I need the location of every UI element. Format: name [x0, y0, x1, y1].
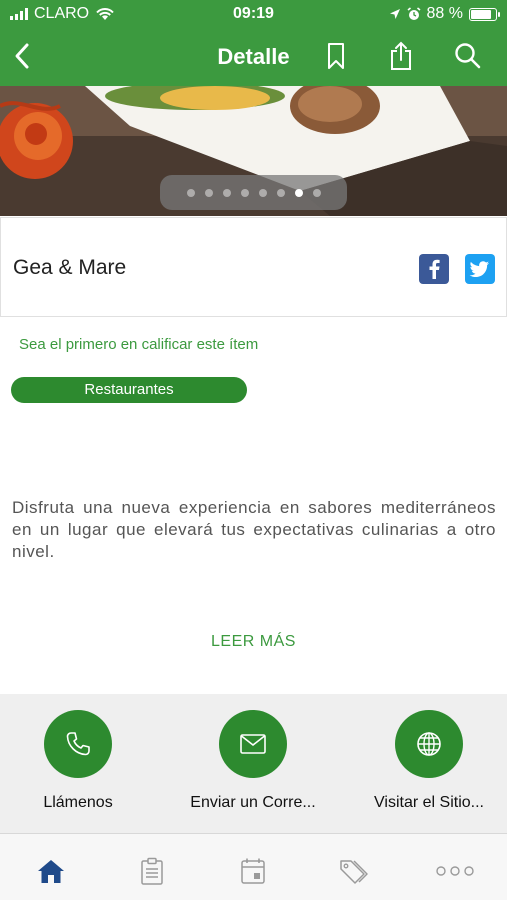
header: CLARO 09:19 88 % Detalle: [0, 0, 507, 86]
search-button[interactable]: [450, 38, 486, 74]
status-right: 88 %: [389, 5, 500, 23]
facebook-icon: [419, 254, 449, 284]
twitter-share-button[interactable]: [465, 254, 495, 284]
pager-dot[interactable]: [204, 188, 213, 197]
pager-dot[interactable]: [312, 188, 321, 197]
phone-icon: [66, 732, 90, 756]
globe-icon: [417, 732, 441, 756]
read-more-link[interactable]: LEER MÁS: [0, 633, 507, 651]
detail-screen: CLARO 09:19 88 % Detalle Gea & Mare Sea …: [0, 0, 507, 900]
website-label: Visitar el Sitio...: [374, 794, 484, 811]
pager-dot[interactable]: [294, 188, 303, 197]
tab-tags[interactable]: [334, 856, 374, 886]
status-bar: CLARO 09:19 88 %: [0, 0, 507, 28]
clipboard-icon: [141, 857, 163, 885]
alarm-icon: [407, 7, 421, 20]
share-icon: [391, 41, 411, 70]
bookmark-button[interactable]: [318, 38, 354, 74]
contact-actions: Llámenos Enviar un Corre... Visitar el S…: [0, 694, 507, 833]
tags-icon: [340, 860, 368, 884]
battery-percent: 88 %: [426, 5, 463, 22]
website-action[interactable]: Visitar el Sitio...: [349, 710, 507, 812]
email-button[interactable]: [219, 710, 287, 778]
rate-item-link[interactable]: Sea el primero en calificar este ítem: [19, 336, 258, 353]
tab-more[interactable]: [435, 856, 475, 886]
share-button[interactable]: [383, 38, 419, 74]
tab-home[interactable]: [31, 856, 71, 886]
place-name: Gea & Mare: [13, 256, 127, 279]
home-icon: [38, 860, 64, 883]
pager-dot[interactable]: [222, 188, 231, 197]
search-icon: [455, 43, 481, 69]
email-label: Enviar un Corre...: [190, 794, 316, 811]
tab-clipboard[interactable]: [132, 856, 172, 886]
tab-bar: [0, 833, 507, 900]
place-header-card: Gea & Mare: [0, 217, 507, 317]
tab-calendar[interactable]: [233, 856, 273, 886]
website-button[interactable]: [395, 710, 463, 778]
page-title: Detalle: [217, 44, 290, 69]
mail-icon: [240, 734, 266, 754]
call-action[interactable]: Llámenos: [0, 710, 158, 812]
bookmark-icon: [328, 43, 344, 69]
pager-dot[interactable]: [186, 188, 195, 197]
call-button[interactable]: [44, 710, 112, 778]
gallery-pager[interactable]: [160, 175, 347, 210]
location-arrow-icon: [389, 9, 400, 19]
battery-icon: [469, 7, 500, 21]
description-text: Disfruta una nueva experiencia en sabore…: [12, 498, 496, 561]
call-label: Llámenos: [43, 794, 113, 811]
pager-dot[interactable]: [276, 188, 285, 197]
email-action[interactable]: Enviar un Corre...: [173, 710, 333, 812]
category-badge[interactable]: Restaurantes: [11, 377, 247, 403]
battery-level: [471, 9, 492, 19]
more-icon: [436, 866, 474, 876]
nav-bar: Detalle: [0, 28, 507, 86]
pager-dot[interactable]: [258, 188, 267, 197]
twitter-icon: [465, 254, 495, 284]
facebook-share-button[interactable]: [419, 254, 449, 284]
calendar-icon: [241, 858, 265, 884]
pager-dot[interactable]: [240, 188, 249, 197]
